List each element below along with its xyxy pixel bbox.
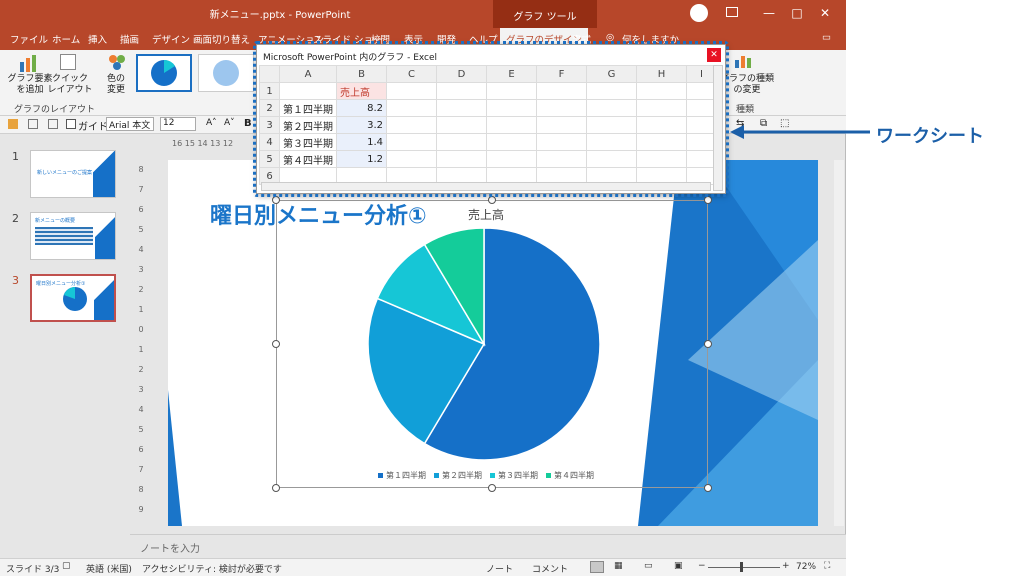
font-shrink-icon[interactable]: A˅	[224, 118, 235, 128]
legend-label: 第４四半期	[554, 471, 594, 480]
resize-handle-tl[interactable]	[272, 196, 280, 204]
vertical-scrollbar[interactable]	[834, 160, 844, 526]
palette-icon	[108, 54, 126, 70]
vertical-ruler: 876543210123456789	[138, 165, 144, 514]
tab-design[interactable]: デザイン	[152, 32, 190, 46]
legend-swatch	[546, 473, 551, 478]
zoom-out-icon[interactable]: −	[698, 561, 706, 571]
worksheet-highlight-outline	[253, 41, 729, 197]
legend-item[interactable]: 第４四半期	[546, 471, 594, 480]
legend-item[interactable]: 第２四半期	[434, 471, 482, 480]
font-size-select[interactable]: 12	[160, 117, 196, 131]
tab-insert[interactable]: 挿入	[88, 32, 107, 46]
resize-handle-b[interactable]	[488, 484, 496, 492]
accessibility-status[interactable]: アクセシビリティ: 検討が必要です	[142, 562, 282, 575]
reading-view-icon[interactable]: ▭	[644, 561, 653, 571]
slide-thumbnail-2[interactable]: 新メニューの概要	[30, 212, 116, 260]
legend-label: 第２四半期	[442, 471, 482, 480]
close-button[interactable]: ✕	[814, 4, 836, 22]
language-status[interactable]: 英語 (米国)	[86, 562, 132, 575]
change-chart-type-icon	[734, 54, 752, 68]
ribbon-display-icon[interactable]	[726, 7, 738, 17]
slide-sorter-icon[interactable]: ▦	[614, 561, 623, 571]
legend-item[interactable]: 第１四半期	[378, 471, 426, 480]
chart-style-2[interactable]	[198, 54, 254, 92]
notes-toggle[interactable]: ノート	[486, 562, 513, 575]
normal-view-icon[interactable]	[590, 561, 604, 573]
slide-thumbnail-panel: 1 新しいメニューのご提案 2 新メニューの概要 3 曜日別メニュー分析①	[0, 134, 130, 534]
maximize-button[interactable]: □	[786, 4, 808, 22]
save-icon[interactable]	[8, 119, 18, 129]
thumb-number-2: 2	[12, 212, 19, 225]
thumb-title-2: 新メニューの概要	[35, 218, 76, 224]
resize-handle-br[interactable]	[704, 484, 712, 492]
ruler-text: 16 15 14 13 12	[172, 139, 234, 148]
layout-icon[interactable]	[28, 119, 38, 129]
resize-handle-r[interactable]	[704, 340, 712, 348]
resize-handle-bl[interactable]	[272, 484, 280, 492]
thumb-number-3: 3	[12, 274, 19, 287]
notes-placeholder: ノートを入力	[140, 544, 200, 555]
legend-label: 第３四半期	[498, 471, 538, 480]
grid-icon[interactable]	[48, 119, 58, 129]
slide-canvas[interactable]: 曜日別メニュー分析① 売上高 第１四半期第２四半期第３四半期第４四半期 + ✎ …	[168, 160, 818, 526]
font-select[interactable]: Arial 本文	[106, 117, 154, 131]
fit-to-window-icon[interactable]: ⛶	[824, 561, 830, 571]
resize-handle-l[interactable]	[272, 340, 280, 348]
title-bar: 新メニュー.pptx - PowerPoint — □ ✕	[0, 0, 846, 28]
thumb-number-1: 1	[12, 150, 19, 163]
user-avatar-icon[interactable]	[690, 4, 708, 22]
type-group-label: 種類	[736, 105, 755, 115]
tab-draw[interactable]: 描画	[120, 32, 139, 46]
guide-label: ガイド	[78, 122, 108, 133]
slide-thumbnail-1[interactable]: 新しいメニューのご提案	[30, 150, 116, 198]
chart-title[interactable]: 売上高	[468, 206, 504, 223]
legend-swatch	[378, 473, 383, 478]
comment-icon[interactable]: ▭	[822, 32, 831, 43]
quick-layout-icon	[60, 54, 76, 70]
tab-file[interactable]: ファイル	[10, 32, 48, 46]
legend-swatch	[434, 473, 439, 478]
guide-checkbox[interactable]	[66, 119, 76, 129]
bold-icon[interactable]: B	[244, 118, 252, 129]
chart-tools-label: グラフ ツール	[513, 12, 577, 23]
minimize-button[interactable]: —	[758, 4, 780, 22]
status-bar: スライド 3/3 ▢ 英語 (米国) アクセシビリティ: 検討が必要です ノート…	[0, 558, 846, 576]
resize-handle-t[interactable]	[488, 196, 496, 204]
zoom-slider-thumb[interactable]	[740, 562, 743, 572]
slideshow-icon[interactable]: ▣	[674, 561, 683, 571]
slide-thumbnail-3[interactable]: 曜日別メニュー分析①	[30, 274, 116, 322]
zoom-slider[interactable]	[708, 567, 780, 568]
legend-label: 第１四半期	[386, 471, 426, 480]
notes-pane[interactable]: ノートを入力	[130, 534, 846, 558]
legend-item[interactable]: 第３四半期	[490, 471, 538, 480]
zoom-in-icon[interactable]: +	[782, 561, 790, 571]
resize-handle-tr[interactable]	[704, 196, 712, 204]
chart-style-1[interactable]	[136, 54, 192, 92]
thumb-title-1: 新しいメニューのご提案	[37, 170, 93, 176]
spellcheck-icon[interactable]: ▢	[62, 561, 71, 571]
window-title: 新メニュー.pptx - PowerPoint	[209, 10, 351, 21]
tab-home[interactable]: ホーム	[52, 32, 80, 46]
add-chart-element-icon	[18, 54, 38, 72]
quick-layout-button[interactable]: クイック レイアウト	[46, 74, 94, 96]
change-colors-button[interactable]: 色の 変更	[96, 74, 136, 96]
pie-chart[interactable]	[368, 228, 618, 468]
chart-legend: 第１四半期 第２四半期 第３四半期 第４四半期	[378, 470, 618, 481]
comments-toggle[interactable]: コメント	[532, 562, 568, 575]
zoom-level[interactable]: 72%	[796, 562, 816, 572]
tab-transitions[interactable]: 画面切り替え	[193, 32, 250, 46]
font-grow-icon[interactable]: A˄	[206, 118, 217, 128]
slide-counter: スライド 3/3	[6, 565, 60, 575]
annotation-label: ワークシート	[876, 126, 984, 147]
legend-swatch	[490, 473, 495, 478]
layout-group-label: グラフのレイアウト	[14, 105, 96, 115]
